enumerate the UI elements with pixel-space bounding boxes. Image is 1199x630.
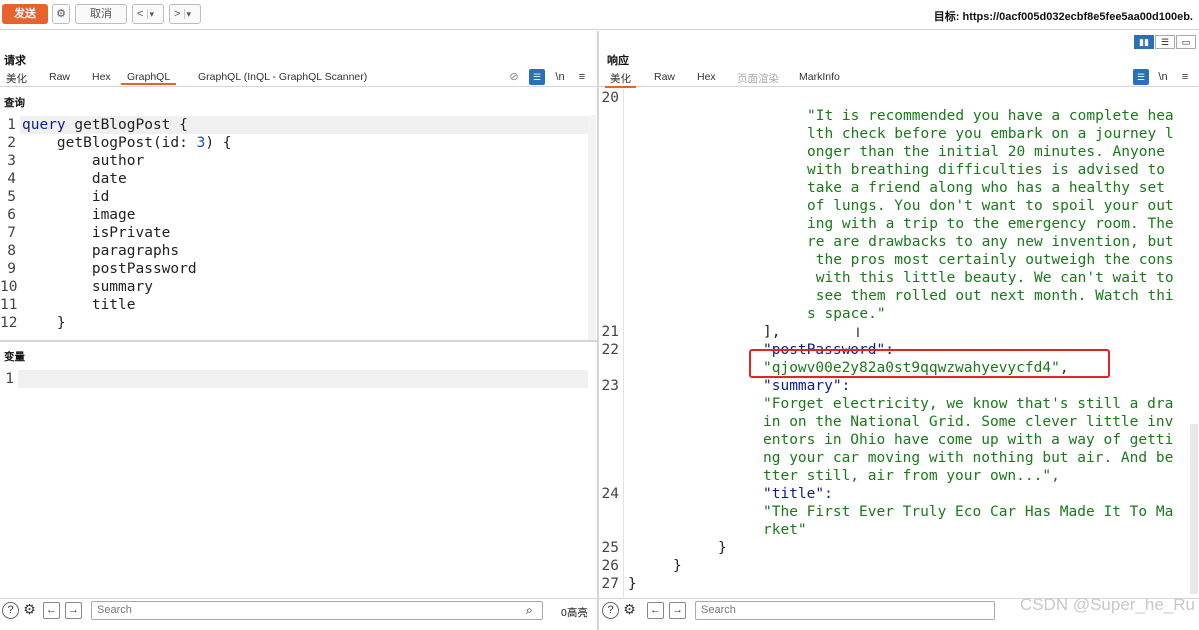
tab-inql[interactable]: GraphQL (InQL - GraphQL Scanner)	[198, 71, 367, 83]
line-number-22: 22	[601, 342, 619, 358]
request-bottom-bar: ? ⚙ ← → Search ⌕ 0高亮	[0, 598, 597, 622]
settings-gear-button[interactable]: ⚙	[52, 4, 70, 24]
line-number-25: 25	[601, 540, 619, 556]
split-horizontal-icon[interactable]: ☰	[1155, 35, 1175, 49]
response-editor[interactable]: 20 21 22 23 24 25 26 27 "It is recommend…	[599, 89, 1199, 597]
hide-eye-icon[interactable]: ⊘	[506, 69, 522, 85]
tab-raw[interactable]: Raw	[654, 71, 675, 83]
request-highlight-count: 0高亮	[561, 607, 588, 619]
query-scrollbar[interactable]	[588, 115, 596, 341]
menu-icon[interactable]: ≡	[1177, 69, 1193, 85]
help-icon[interactable]: ?	[2, 602, 19, 619]
layout-toggle: ▮▮ ☰ ▭	[1134, 35, 1196, 49]
forward-button[interactable]: > ▾	[169, 4, 201, 24]
tab-raw[interactable]: Raw	[49, 71, 70, 83]
request-search-input[interactable]: Search	[91, 601, 543, 620]
tab-markinfo[interactable]: MarkInfo	[799, 71, 840, 83]
newline-icon[interactable]: \n	[1155, 69, 1171, 85]
line-number-23: 23	[601, 378, 619, 394]
variables-line-numbers: 1	[5, 371, 14, 387]
prev-match-icon[interactable]: ←	[647, 602, 664, 619]
prev-match-icon[interactable]: ←	[43, 602, 60, 619]
search-icon: ⌕	[526, 603, 533, 617]
help-icon[interactable]: ?	[602, 602, 619, 619]
title-key: "title":	[763, 486, 833, 502]
back-arrow-icon: <	[137, 8, 144, 20]
back-dropdown-icon[interactable]: ▾	[146, 9, 155, 19]
closing-brace-26: }	[673, 558, 682, 574]
query-line-numbers: 1 2 3 4 5 6 7 8 9 10 11 12	[0, 117, 18, 331]
text-cursor-icon: I	[856, 324, 860, 340]
back-button[interactable]: < ▾	[132, 4, 164, 24]
forward-arrow-icon: >	[174, 8, 181, 20]
tab-pretty[interactable]: 美化	[605, 71, 636, 88]
newline-icon[interactable]: \n	[552, 69, 568, 85]
send-button[interactable]: 发送	[2, 4, 48, 24]
response-tabs: 美化 Raw Hex 页面渲染 MarkInfo ☰ \n ≡	[599, 69, 1199, 88]
variables-title: 变量	[4, 351, 25, 363]
next-match-icon[interactable]: →	[65, 602, 82, 619]
forward-dropdown-icon[interactable]: ▾	[183, 9, 192, 19]
variables-editor[interactable]: 1	[0, 370, 597, 596]
tab-graphql[interactable]: GraphQL	[121, 71, 177, 85]
query-code: query getBlogPost { getBlogPost(id: 3) {…	[22, 117, 232, 331]
target-url[interactable]: 目标: https://0acf005d032ecbf8e5fee5aa00d1…	[934, 8, 1193, 24]
request-title: 请求	[4, 55, 26, 67]
line-number-21: 21	[601, 324, 619, 340]
watermark: CSDN @Super_he_Ru	[1019, 595, 1195, 614]
cancel-button[interactable]: 取消	[75, 4, 127, 24]
closing-brace-27: }	[628, 576, 637, 592]
password-highlight-box	[749, 349, 1110, 378]
line-number-27: 27	[601, 576, 619, 592]
tab-pretty[interactable]: 美化	[6, 71, 27, 86]
editor-splitter[interactable]	[0, 340, 597, 342]
line-number-20: 20	[601, 90, 619, 106]
summary-string: "Forget electricity, we know that's stil…	[763, 396, 1174, 484]
tab-hex[interactable]: Hex	[92, 71, 111, 83]
response-title: 响应	[607, 55, 629, 67]
wrap-lines-icon[interactable]: ☰	[1133, 69, 1149, 85]
line-number-26: 26	[601, 558, 619, 574]
title-string: "The First Ever Truly Eco Car Has Made I…	[763, 504, 1174, 538]
gutter-separator	[623, 89, 624, 597]
array-close-bracket: ],	[763, 324, 781, 340]
variables-line-highlight	[18, 370, 588, 388]
query-editor[interactable]: 1 2 3 4 5 6 7 8 9 10 11 12 query getBlog…	[0, 115, 597, 341]
request-tabs: 美化 Raw Hex GraphQL GraphQL (InQL - Graph…	[0, 69, 597, 87]
query-title: 查询	[4, 97, 25, 109]
response-scrollbar[interactable]	[1190, 424, 1198, 594]
request-panel: 请求 美化 Raw Hex GraphQL GraphQL (InQL - Gr…	[0, 31, 597, 630]
summary-key: "summary":	[763, 378, 851, 394]
tab-hex[interactable]: Hex	[697, 71, 716, 83]
split-vertical-icon[interactable]: ▮▮	[1134, 35, 1154, 49]
paragraph-string: "It is recommended you have a complete h…	[807, 108, 1174, 322]
line-number-24: 24	[601, 486, 619, 502]
response-search-input[interactable]: Search	[695, 601, 995, 620]
menu-icon[interactable]: ≡	[574, 69, 590, 85]
response-panel: 响应 ▮▮ ☰ ▭ 美化 Raw Hex 页面渲染 MarkInfo ☰ \n …	[599, 31, 1199, 630]
settings-icon[interactable]: ⚙	[21, 602, 38, 619]
single-pane-icon[interactable]: ▭	[1176, 35, 1196, 49]
settings-icon[interactable]: ⚙	[621, 602, 638, 619]
wrap-lines-icon[interactable]: ☰	[529, 69, 545, 85]
main-toolbar: 发送 ⚙ 取消 < ▾ > ▾ 目标: https://0acf005d032e…	[0, 0, 1199, 30]
tab-render[interactable]: 页面渲染	[737, 71, 779, 86]
next-match-icon[interactable]: →	[669, 602, 686, 619]
gear-icon: ⚙	[56, 8, 66, 20]
closing-brace-25: }	[718, 540, 727, 556]
